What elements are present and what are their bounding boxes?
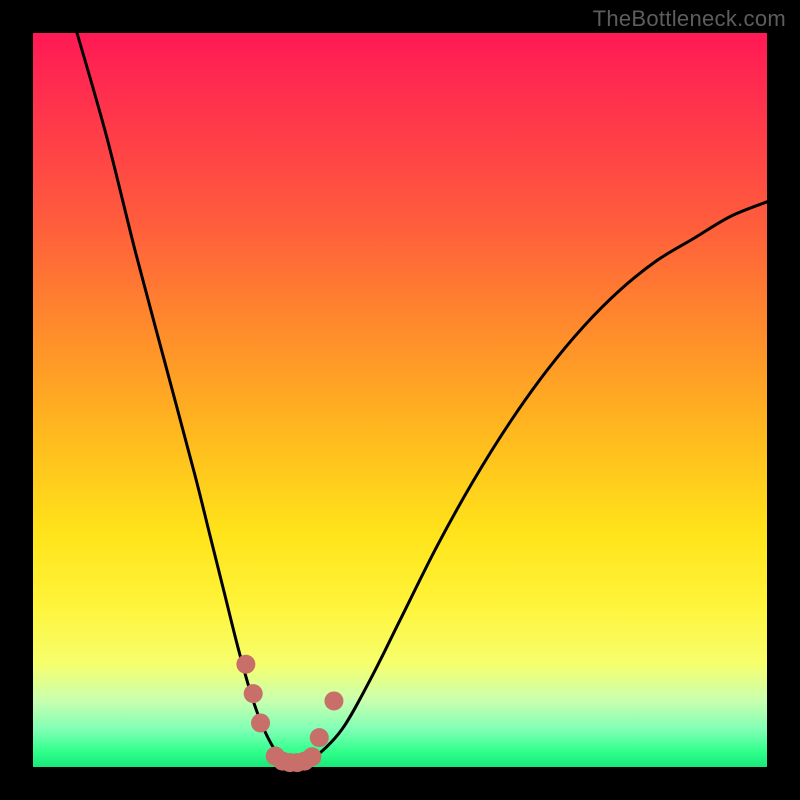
bottleneck-curve: [77, 33, 767, 767]
data-point-cluster: [236, 655, 343, 772]
chart-frame: TheBottleneck.com: [0, 0, 800, 800]
data-point: [324, 691, 343, 710]
data-point: [244, 684, 263, 703]
data-point: [251, 713, 270, 732]
watermark-text: TheBottleneck.com: [593, 6, 786, 32]
curve-svg: [33, 33, 767, 767]
bottleneck-curve-path: [77, 33, 767, 767]
plot-area: [33, 33, 767, 767]
data-point: [310, 728, 329, 747]
data-point: [302, 747, 321, 766]
data-point: [236, 655, 255, 674]
